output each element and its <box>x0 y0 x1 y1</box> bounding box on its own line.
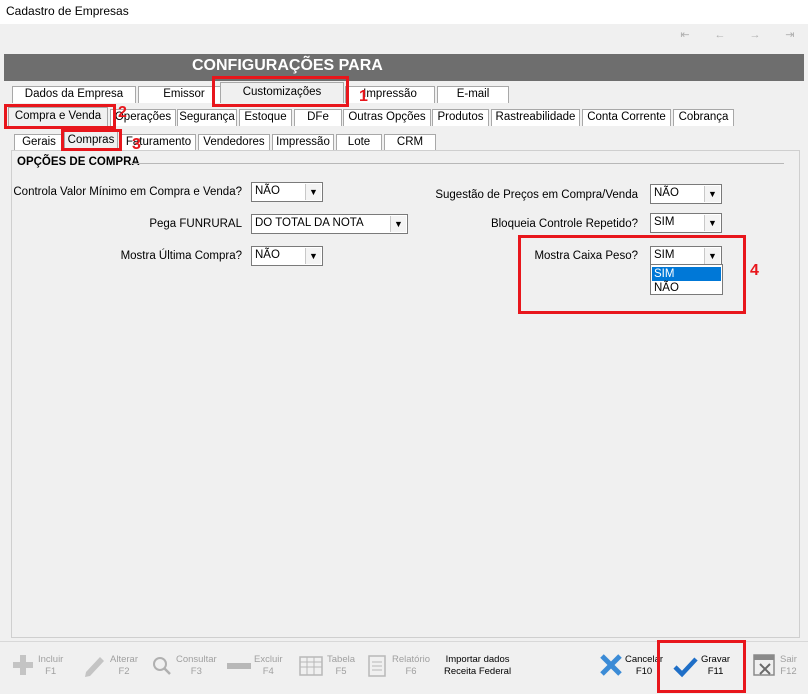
alterar-key: F2 <box>118 666 130 677</box>
tabela-button[interactable]: Tabela F5 <box>299 648 357 684</box>
caixa-peso-value: SIM <box>654 249 675 261</box>
tab-outras-opcoes[interactable]: Outras Opções <box>343 109 431 126</box>
relatorio-key: F6 <box>405 666 417 677</box>
plus-icon <box>13 655 33 675</box>
funrural-label: Pega FUNRURAL <box>149 218 242 230</box>
checkmark-icon <box>673 657 698 678</box>
tab-estoque[interactable]: Estoque <box>239 109 292 126</box>
gravar-button[interactable]: Gravar F11 <box>672 648 738 684</box>
sugestao-precos-select[interactable]: NÃO ▼ <box>650 184 722 204</box>
tab-compras[interactable]: Compras <box>64 131 118 150</box>
prev-record-icon[interactable]: ← <box>711 27 729 43</box>
gravar-label: Gravar <box>701 654 731 665</box>
bloqueia-repetido-label: Bloqueia Controle Repetido? <box>490 218 638 230</box>
tab-produtos[interactable]: Produtos <box>432 109 489 126</box>
next-record-icon[interactable]: → <box>746 27 764 43</box>
tab-customizacoes[interactable]: Customizações <box>220 82 344 103</box>
sugestao-precos-label: Sugestão de Preços em Compra/Venda <box>435 189 638 201</box>
alterar-button[interactable]: Alterar F2 <box>82 648 142 684</box>
sair-key: F12 <box>780 666 797 677</box>
annotation-number-3: 3 <box>132 136 141 153</box>
alterar-label: Alterar <box>110 654 138 665</box>
chevron-down-icon[interactable]: ▼ <box>305 248 321 264</box>
chevron-down-icon[interactable]: ▼ <box>704 215 720 231</box>
importar-button[interactable]: Importar dados Receita Federal <box>442 648 518 684</box>
tabela-label: Tabela <box>327 654 355 665</box>
cancelar-key: F10 <box>635 666 653 677</box>
incluir-key: F1 <box>45 666 57 677</box>
consultar-label: Consultar <box>176 654 217 665</box>
chevron-down-icon[interactable]: ▼ <box>704 248 720 264</box>
page-title: CONFIGURAÇÕES PARA <box>192 57 383 74</box>
funrural-select[interactable]: DO TOTAL DA NOTA ▼ <box>251 214 408 234</box>
bloqueia-repetido-select[interactable]: SIM ▼ <box>650 213 722 233</box>
exit-icon <box>753 654 775 676</box>
pencil-icon <box>85 657 104 677</box>
tab-email[interactable]: E-mail <box>437 86 509 103</box>
incluir-button[interactable]: Incluir F1 <box>10 648 72 684</box>
last-record-icon[interactable]: ⇥ <box>781 27 799 43</box>
bloqueia-repetido-value: SIM <box>654 216 675 228</box>
tab-impressao-compras[interactable]: Impressão <box>272 134 334 150</box>
annotation-number-4: 4 <box>750 262 759 279</box>
valor-minimo-value: NÃO <box>255 185 280 197</box>
report-icon <box>368 655 386 677</box>
annotation-number-2: 2 <box>118 104 127 121</box>
dropdown-option-sim[interactable]: SIM <box>652 267 721 281</box>
excluir-button[interactable]: Excluir F4 <box>226 648 286 684</box>
dropdown-option-nao[interactable]: NÃO <box>652 281 721 295</box>
first-record-icon[interactable]: ⇤ <box>676 27 694 43</box>
consultar-button[interactable]: Consultar F3 <box>150 648 220 684</box>
cancelar-label: Cancelar <box>625 654 664 665</box>
incluir-label: Incluir <box>38 654 64 665</box>
search-icon <box>153 657 171 675</box>
valor-minimo-label: Controla Valor Mínimo em Compra e Venda? <box>13 186 242 198</box>
table-icon <box>299 656 323 676</box>
caixa-peso-dropdown: SIM NÃO <box>650 264 723 295</box>
tab-conta-corrente[interactable]: Conta Corrente <box>582 109 671 126</box>
tab-dados-da-empresa[interactable]: Dados da Empresa <box>12 86 136 103</box>
tab-crm[interactable]: CRM <box>384 134 436 150</box>
tab-cobranca[interactable]: Cobrança <box>673 109 734 126</box>
minus-icon <box>227 663 251 669</box>
header-band <box>4 54 804 81</box>
importar-label: Importar dados <box>445 654 510 665</box>
ultima-compra-value: NÃO <box>255 249 280 261</box>
tab-dfe[interactable]: DFe <box>294 109 342 126</box>
sugestao-precos-value: NÃO <box>654 187 679 199</box>
relatorio-label: Relatório <box>392 654 431 665</box>
tabela-key: F5 <box>335 666 347 677</box>
tab-rastreabilidade[interactable]: Rastreabilidade <box>491 109 580 126</box>
tab-emissor[interactable]: Emissor <box>138 86 230 103</box>
caixa-peso-select[interactable]: SIM ▼ <box>650 246 722 266</box>
tab-compra-e-venda[interactable]: Compra e Venda <box>8 107 108 126</box>
ultima-compra-label: Mostra Última Compra? <box>120 250 242 262</box>
section-divider <box>130 163 784 164</box>
caixa-peso-label: Mostra Caixa Peso? <box>534 250 638 262</box>
window-title: Cadastro de Empresas <box>6 4 129 18</box>
section-title: OPÇÕES DE COMPRA <box>17 156 140 168</box>
tab-lote[interactable]: Lote <box>336 134 382 150</box>
sair-button[interactable]: Sair F12 <box>752 648 802 684</box>
excluir-key: F4 <box>262 666 274 677</box>
tab-gerais[interactable]: Gerais <box>14 134 64 150</box>
relatorio-button[interactable]: Relatório F6 <box>366 648 436 684</box>
gravar-key: F11 <box>707 666 724 677</box>
cancelar-button[interactable]: Cancelar F10 <box>598 648 664 684</box>
close-icon <box>600 654 622 676</box>
consultar-key: F3 <box>190 666 202 677</box>
annotation-number-1: 1 <box>359 88 368 105</box>
tab-seguranca[interactable]: Segurança <box>177 109 237 126</box>
funrural-value: DO TOTAL DA NOTA <box>255 217 364 229</box>
chevron-down-icon[interactable]: ▼ <box>704 186 720 202</box>
valor-minimo-select[interactable]: NÃO ▼ <box>251 182 323 202</box>
chevron-down-icon[interactable]: ▼ <box>305 184 321 200</box>
sair-label: Sair <box>780 654 797 665</box>
excluir-label: Excluir <box>254 654 283 665</box>
tab-vendedores[interactable]: Vendedores <box>198 134 270 150</box>
importar-sublabel: Receita Federal <box>444 666 512 677</box>
chevron-down-icon[interactable]: ▼ <box>390 216 406 232</box>
ultima-compra-select[interactable]: NÃO ▼ <box>251 246 323 266</box>
